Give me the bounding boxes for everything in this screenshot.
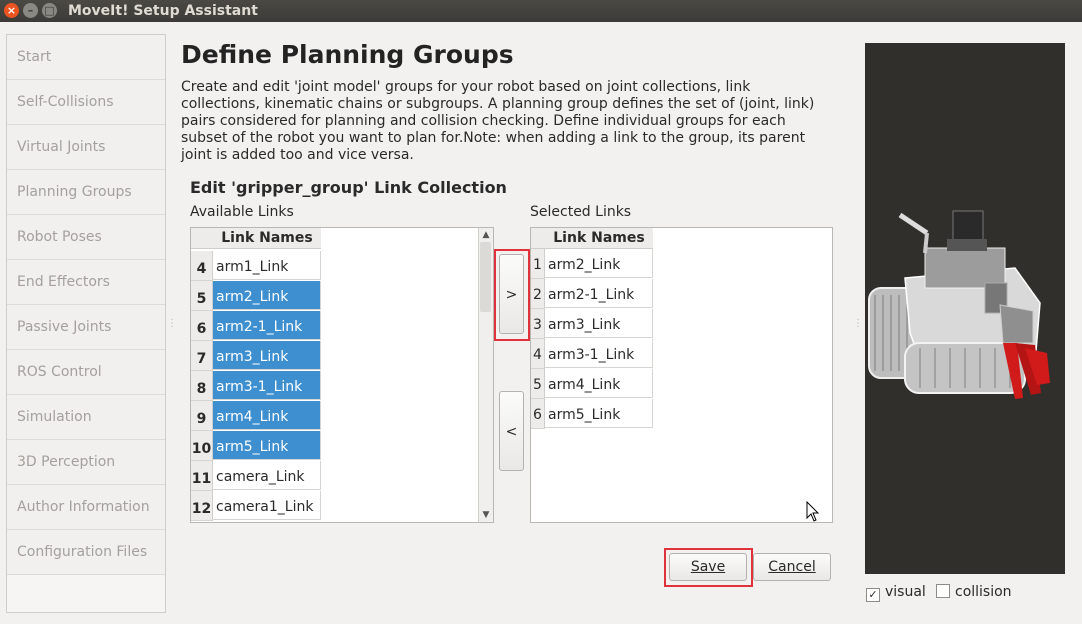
column-header-link-names[interactable]: Link Names bbox=[545, 228, 653, 249]
selected-links-table[interactable]: Link Names 1 arm2_Link 2 arm2-1_Link 3 arm3_L… bbox=[530, 227, 833, 523]
row-number[interactable]: 10 bbox=[191, 431, 213, 461]
window-title: MoveIt! Setup Assistant bbox=[68, 3, 258, 19]
visual-checkbox-label: visual bbox=[885, 584, 926, 600]
collision-checkbox[interactable]: collision bbox=[936, 584, 1012, 600]
sidebar-nav: Start Self-Collisions Virtual Joints Pla… bbox=[6, 34, 166, 613]
link-name-cell[interactable]: camera1_Link bbox=[213, 491, 321, 520]
available-link-row[interactable]: 7 arm3_Link bbox=[191, 341, 321, 371]
row-number[interactable]: 1 bbox=[531, 249, 545, 279]
link-name-cell[interactable]: arm2_Link bbox=[545, 249, 653, 278]
row-number[interactable]: 11 bbox=[191, 461, 213, 491]
sidebar-item-simulation[interactable]: Simulation bbox=[7, 395, 165, 440]
visual-checkbox[interactable]: ✓ visual bbox=[866, 584, 926, 602]
row-number[interactable]: 4 bbox=[191, 251, 213, 281]
close-window-button[interactable]: × bbox=[4, 3, 19, 18]
splitter-handle-right[interactable]: ⋮ bbox=[853, 318, 863, 329]
available-links-label: Available Links bbox=[190, 204, 294, 220]
sidebar-item-author-information[interactable]: Author Information bbox=[7, 485, 165, 530]
page-title: Define Planning Groups bbox=[181, 40, 514, 69]
sidebar-item-robot-poses[interactable]: Robot Poses bbox=[7, 215, 165, 260]
scroll-down-arrow-icon[interactable]: ▼ bbox=[479, 508, 493, 522]
link-name-cell[interactable]: arm3-1_Link bbox=[213, 371, 321, 400]
available-link-row[interactable]: 5 arm2_Link bbox=[191, 281, 321, 311]
mouse-cursor-icon bbox=[806, 501, 820, 522]
link-name-cell[interactable]: arm4_Link bbox=[545, 369, 653, 398]
row-number[interactable]: 4 bbox=[531, 339, 545, 369]
link-name-cell[interactable]: camera_Link bbox=[213, 461, 321, 490]
sidebar-item-planning-groups[interactable]: Planning Groups bbox=[7, 170, 165, 215]
sidebar-item-virtual-joints[interactable]: Virtual Joints bbox=[7, 125, 165, 170]
link-name-cell[interactable]: arm3_Link bbox=[213, 341, 321, 370]
checkbox-checked-icon: ✓ bbox=[866, 588, 880, 602]
selected-link-row[interactable]: 3 arm3_Link bbox=[531, 309, 654, 339]
selected-link-row[interactable]: 6 arm5_Link bbox=[531, 399, 654, 429]
selected-link-row[interactable]: 5 arm4_Link bbox=[531, 369, 654, 399]
vertical-scrollbar[interactable]: ▲ ▼ bbox=[478, 228, 493, 522]
robot-model-icon bbox=[868, 210, 1050, 399]
link-name-cell[interactable]: arm1_Link bbox=[213, 251, 321, 280]
maximize-window-button[interactable]: □ bbox=[42, 3, 57, 18]
sidebar-item-start[interactable]: Start bbox=[7, 35, 165, 80]
available-link-row[interactable]: 12 camera1_Link bbox=[191, 491, 321, 521]
link-name-cell[interactable]: arm3-1_Link bbox=[545, 339, 653, 368]
sidebar-item-configuration-files[interactable]: Configuration Files bbox=[7, 530, 165, 575]
collision-checkbox-label: collision bbox=[955, 584, 1012, 600]
available-link-row[interactable]: 10 arm5_Link bbox=[191, 431, 321, 461]
available-link-row[interactable]: 8 arm3-1_Link bbox=[191, 371, 321, 401]
row-number[interactable]: 3 bbox=[531, 309, 545, 339]
selected-link-row[interactable]: 2 arm2-1_Link bbox=[531, 279, 654, 309]
selected-link-row[interactable]: 4 arm3-1_Link bbox=[531, 339, 654, 369]
sidebar-item-end-effectors[interactable]: End Effectors bbox=[7, 260, 165, 305]
link-name-cell[interactable]: arm2-1_Link bbox=[213, 311, 321, 340]
title-bar: × – □ MoveIt! Setup Assistant bbox=[0, 0, 1082, 22]
page-description: Create and edit 'joint model' groups for… bbox=[181, 79, 815, 163]
row-number[interactable]: 12 bbox=[191, 491, 213, 521]
available-link-row[interactable]: 4 arm1_Link bbox=[191, 251, 321, 281]
row-number[interactable]: 5 bbox=[191, 281, 213, 311]
section-title: Edit 'gripper_group' Link Collection bbox=[190, 178, 507, 197]
highlight-box bbox=[494, 249, 530, 341]
row-header-corner bbox=[191, 228, 213, 249]
available-link-row[interactable]: 11 camera_Link bbox=[191, 461, 321, 491]
sidebar-item-self-collisions[interactable]: Self-Collisions bbox=[7, 80, 165, 125]
link-name-cell[interactable]: arm2_Link bbox=[213, 281, 321, 310]
link-name-cell[interactable]: arm2-1_Link bbox=[545, 279, 653, 308]
row-number[interactable]: 5 bbox=[531, 369, 545, 399]
link-name-cell[interactable]: arm5_Link bbox=[213, 431, 321, 460]
sidebar-item-3d-perception[interactable]: 3D Perception bbox=[7, 440, 165, 485]
scroll-up-arrow-icon[interactable]: ▲ bbox=[479, 228, 493, 242]
row-number[interactable]: 8 bbox=[191, 371, 213, 401]
sidebar-item-ros-control[interactable]: ROS Control bbox=[7, 350, 165, 395]
row-header-corner bbox=[531, 228, 545, 249]
selected-link-row[interactable]: 1 arm2_Link bbox=[531, 249, 654, 279]
column-header-link-names[interactable]: Link Names bbox=[213, 228, 321, 249]
checkbox-unchecked-icon bbox=[936, 584, 950, 598]
robot-3d-viewer[interactable] bbox=[865, 43, 1065, 574]
available-link-row[interactable]: 6 arm2-1_Link bbox=[191, 311, 321, 341]
link-name-cell[interactable]: arm3_Link bbox=[545, 309, 653, 338]
row-number[interactable]: 2 bbox=[531, 279, 545, 309]
remove-link-button[interactable]: < bbox=[499, 391, 524, 471]
minimize-window-button[interactable]: – bbox=[23, 3, 38, 18]
available-links-table[interactable]: Link Names 4 arm1_Link 5 arm2_Link 6 arm2-1_L… bbox=[190, 227, 494, 523]
highlight-box bbox=[664, 548, 753, 587]
selected-links-label: Selected Links bbox=[530, 204, 632, 220]
row-number[interactable]: 7 bbox=[191, 341, 213, 371]
link-name-cell[interactable]: arm4_Link bbox=[213, 401, 321, 430]
row-number[interactable]: 6 bbox=[531, 399, 545, 429]
row-number[interactable]: 9 bbox=[191, 401, 213, 431]
sidebar-item-passive-joints[interactable]: Passive Joints bbox=[7, 305, 165, 350]
scroll-thumb[interactable] bbox=[480, 242, 491, 312]
available-link-row[interactable]: 9 arm4_Link bbox=[191, 401, 321, 431]
splitter-handle[interactable]: ⋮ bbox=[167, 318, 177, 329]
cancel-button[interactable]: Cancel bbox=[753, 553, 831, 581]
link-name-cell[interactable]: arm5_Link bbox=[545, 399, 653, 428]
row-number[interactable]: 6 bbox=[191, 311, 213, 341]
